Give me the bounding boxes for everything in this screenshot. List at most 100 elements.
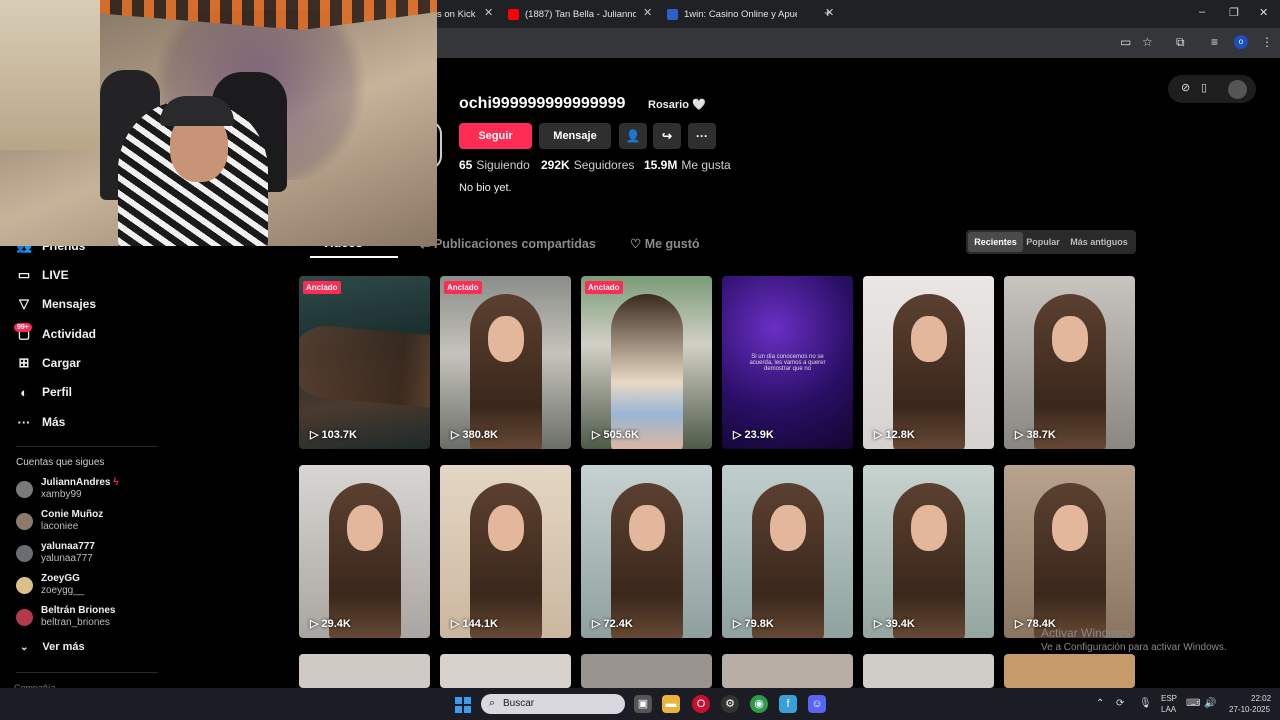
reading-list-icon[interactable]: ≡ [1211, 35, 1218, 49]
view-count-value: 103.7K [321, 429, 357, 441]
video-thumbnail[interactable]: ▷ 39.4K [863, 465, 994, 638]
steam-icon[interactable]: ⚙ [721, 695, 739, 713]
task-view-icon[interactable]: ▣ [634, 695, 652, 713]
active-tab-indicator [310, 256, 398, 258]
avatar [16, 481, 33, 498]
network-icon[interactable]: ⌨ [1186, 698, 1200, 709]
add-friend-button[interactable]: 👤 [619, 123, 647, 149]
taskbar-time[interactable]: 22:02 [1251, 694, 1271, 703]
browser-menu-icon[interactable]: ⋮ [1261, 35, 1273, 49]
sort-popular-button[interactable]: Popular [1024, 232, 1062, 252]
tray-sync-icon[interactable]: ⟳ [1116, 698, 1124, 709]
video-thumbnail[interactable]: ▷ 79.8K [722, 465, 853, 638]
view-count-value: 23.9K [744, 429, 774, 441]
tab-liked[interactable]: ♡ Me gustó [630, 236, 700, 251]
video-thumbnail[interactable] [863, 654, 994, 688]
video-thumbnail[interactable]: ▷ 78.4K [1004, 465, 1135, 638]
video-caption: Si un día conocemos no se acuerda, les v… [749, 354, 826, 372]
input-language[interactable]: ESP [1161, 694, 1177, 703]
cast-icon[interactable]: ▭ [1120, 35, 1131, 49]
1win-favicon-icon [667, 8, 678, 20]
video-thumbnail[interactable]: ▷ 72.4K [581, 465, 712, 638]
volume-icon[interactable]: 🔊 [1204, 698, 1216, 709]
video-thumbnail[interactable]: ▷ 144.1K [440, 465, 571, 638]
video-thumbnail[interactable]: Anclado ▷ 380.8K [440, 276, 571, 449]
video-thumbnail[interactable]: ▷ 38.7K [1004, 276, 1135, 449]
video-thumbnail[interactable]: ▷ 12.8K [863, 276, 994, 449]
file-explorer-icon[interactable]: ▬ [662, 695, 680, 713]
browser-profile-avatar[interactable]: o [1234, 35, 1248, 49]
tray-overflow-icon[interactable]: ⌃ [1096, 698, 1104, 709]
close-window-button[interactable]: ✕ [1259, 6, 1268, 19]
minimize-button[interactable]: – [1199, 6, 1205, 18]
search-icon: ⌕ [489, 697, 496, 709]
sidebar-item-live[interactable]: ▭ LIVE [16, 265, 69, 285]
likes-stat: 15.9M Me gusta [644, 158, 731, 172]
video-thumbnail[interactable] [1004, 654, 1135, 688]
sidebar-item-label: Perfil [42, 385, 73, 399]
mobile-icon[interactable]: ▯ [1201, 81, 1207, 94]
thumbnail-face [347, 505, 383, 551]
following-stat[interactable]: 65 Siguiendo [459, 158, 530, 172]
more-options-button[interactable]: ··· [688, 123, 716, 149]
sidebar-divider [16, 446, 158, 447]
restore-button[interactable]: ❐ [1229, 6, 1239, 19]
messages-icon: ▽ [19, 296, 29, 311]
sidebar-item-profile[interactable]: ◐ Perfil [16, 382, 72, 402]
upload-icon: ⊞ [18, 355, 30, 370]
discord-icon[interactable]: ☺ [808, 695, 826, 713]
microphone-icon[interactable]: 🎙 [1139, 698, 1152, 709]
add-user-icon: 👤 [625, 129, 641, 143]
avatar [16, 545, 33, 562]
taskbar-search[interactable]: ⌕ Buscar [481, 694, 625, 714]
view-count-value: 39.4K [885, 618, 915, 630]
video-thumbnail[interactable]: Anclado ▷ 505.6K [581, 276, 712, 449]
tab-reposts-label: Publicaciones compartidas [433, 237, 596, 251]
compass-icon[interactable]: ⊘ [1181, 81, 1190, 94]
opera-icon[interactable]: O [692, 695, 710, 713]
followers-stat[interactable]: 292K Seguidores [541, 158, 634, 172]
sort-recent-button[interactable]: Recientes [968, 232, 1023, 252]
facebook-icon[interactable]: f [779, 695, 797, 713]
view-count: ▷ 38.7K [1015, 429, 1056, 441]
view-count: ▷ 79.8K [733, 618, 774, 630]
message-button[interactable]: Mensaje [539, 123, 611, 149]
profile-nickname: Rosario 🤍 [648, 99, 706, 111]
video-thumbnail[interactable] [440, 654, 571, 688]
chrome-icon[interactable]: ◉ [750, 695, 768, 713]
video-thumbnail[interactable] [722, 654, 853, 688]
see-more-button[interactable]: ⌄ Ver más [20, 641, 85, 653]
streamer-webcam [0, 0, 437, 246]
account-name-text: JuliannAndres [41, 477, 111, 488]
account-handle: laconiee [41, 521, 79, 532]
pinned-badge: Anclado [303, 281, 341, 294]
keyboard-layout[interactable]: LAA [1161, 705, 1176, 714]
sort-oldest-button[interactable]: Más antiguos [1064, 232, 1134, 252]
bookmark-star-icon[interactable]: ☆ [1142, 35, 1153, 49]
sidebar-item-upload[interactable]: ⊞ Cargar [16, 353, 81, 373]
video-thumbnail[interactable]: Si un día conocemos no se acuerda, les v… [722, 276, 853, 449]
video-thumbnail[interactable]: Anclado ▷ 103.7K [299, 276, 430, 449]
profile-username: ochi999999999999999 [459, 95, 626, 112]
tab-reposts[interactable]: ⇄ Publicaciones compartidas [420, 236, 596, 251]
thumbnail-face [770, 505, 806, 551]
close-tab-icon[interactable]: ✕ [643, 6, 652, 19]
video-thumbnail[interactable]: ▷ 29.4K [299, 465, 430, 638]
account-handle: beltran_briones [41, 617, 110, 628]
user-avatar[interactable] [1228, 80, 1247, 99]
share-button[interactable]: ↪ [653, 123, 681, 149]
follow-button[interactable]: Seguir [459, 123, 532, 149]
taskbar-date[interactable]: 27-10-2025 [1229, 705, 1270, 714]
account-name: Conie Muñoz [41, 509, 104, 520]
extensions-icon[interactable]: ⧉ [1176, 35, 1185, 50]
windows-start-icon[interactable] [455, 697, 471, 713]
close-tab-icon[interactable]: ✕ [484, 6, 493, 19]
video-thumbnail[interactable] [299, 654, 430, 688]
new-tab-button[interactable]: + [824, 5, 832, 20]
sidebar-item-more[interactable]: ··· Más [16, 412, 66, 432]
browser-tab-kick[interactable]: s on Kick [437, 3, 487, 25]
browser-tab-youtube[interactable]: (1887) Tan Bella - Julianno Sosa [508, 3, 636, 25]
video-thumbnail[interactable] [581, 654, 712, 688]
sidebar-item-messages[interactable]: ▽ Mensajes [16, 294, 96, 314]
browser-tab-1win[interactable]: 1win: Casino Online y Apuestas [667, 3, 797, 25]
